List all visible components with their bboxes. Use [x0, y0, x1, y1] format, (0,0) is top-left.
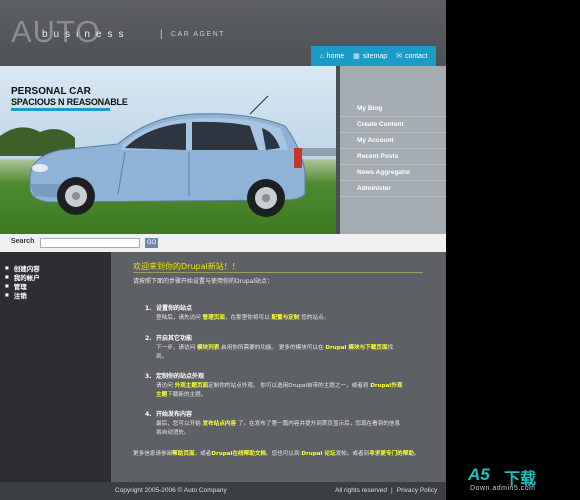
- step-text: 最后，您可以开始: [156, 421, 203, 427]
- bullet-icon: ■: [5, 283, 9, 288]
- step-number: 4.: [145, 411, 152, 418]
- sidebar-item-recent-posts[interactable]: Recent Posts: [340, 149, 446, 165]
- search-go-button[interactable]: GO: [145, 238, 158, 248]
- help-page-link[interactable]: 帮助页面: [172, 451, 194, 457]
- rights-text: All rights reserved: [335, 487, 388, 494]
- mail-icon: ✉: [396, 53, 402, 60]
- copyright-text: Copyright 2005-2006 © Auto Company: [115, 487, 227, 494]
- step-text: 您的站点。: [299, 315, 330, 321]
- nav-label: sitemap: [362, 52, 388, 60]
- step-body: 登陆后，请先访问 管理页面，在那里你将可以 配置与定制 您的站点。: [156, 314, 404, 323]
- footer-divider: |: [391, 487, 393, 494]
- sidebar-menu: My Blog Create Content My Account Recent…: [340, 66, 446, 234]
- menu-item-logout[interactable]: ■ 注销: [0, 290, 111, 300]
- step-text: 启用你所需要的功能。 更多的模块可以在: [219, 345, 326, 351]
- step-text: 下一步，请访问: [156, 345, 197, 351]
- step-heading: 设置你的站点: [156, 305, 193, 312]
- nav-sitemap-link[interactable]: ▦ sitemap: [353, 52, 388, 61]
- module-download-link[interactable]: Drupal 模块与下载页面: [325, 345, 387, 351]
- drupal-forum-link[interactable]: Drupal 论坛: [301, 451, 335, 457]
- search-label: Search: [11, 238, 35, 245]
- publish-content-link[interactable]: 发布站点内容: [203, 421, 237, 427]
- footer-links: All rights reserved | Privacy Policy: [335, 487, 437, 494]
- drupal-docs-link[interactable]: Drupal在线帮助文档: [211, 451, 266, 457]
- sidebar-item-my-account[interactable]: My Account: [340, 133, 446, 149]
- help-text: ，或者: [194, 451, 212, 457]
- site-header: AUTO business | CAR AGENT ⌂ home ▦ sitem…: [0, 0, 446, 66]
- step-number: 3.: [145, 373, 152, 380]
- hero-title: PERSONAL CAR: [11, 86, 91, 97]
- step-text: 请访问: [156, 383, 175, 389]
- search-bar: Search GO: [0, 234, 446, 252]
- site-footer: Copyright 2005-2006 © Auto Company All r…: [0, 482, 446, 500]
- step-heading: 开始发布内容: [156, 411, 193, 418]
- nav-label: home: [326, 52, 345, 60]
- step-text: 登陆后，请先访问: [156, 315, 203, 321]
- bullet-icon: ■: [5, 292, 9, 297]
- hero-subtitle: SPACIOUS N REASONABLE: [11, 97, 128, 107]
- watermark-a5: A5: [468, 465, 490, 484]
- sidebar-item-administer[interactable]: Administer: [340, 181, 446, 197]
- welcome-intro: 请按照下面的步骤开始设置与使用你的Drupal站点：: [133, 278, 274, 285]
- menu-item-label: 注销: [13, 291, 27, 300]
- configure-link[interactable]: 配置与定制: [271, 315, 299, 321]
- step-heading: 开启其它功能: [156, 335, 193, 342]
- watermark-logo: A5 下载 Down.admin5.com: [466, 465, 574, 497]
- sidebar-item-create-content[interactable]: Create Content: [340, 117, 446, 133]
- logo-separator: |: [160, 29, 163, 40]
- sidebar-item-my-blog[interactable]: My Blog: [340, 101, 446, 117]
- watermark-url: Down.admin5.com: [470, 485, 536, 492]
- home-icon: ⌂: [319, 52, 324, 60]
- user-menu: ■ 创建内容 ■ 我的帐户 ■ 管理 ■ 注销: [0, 252, 111, 482]
- hero-accent-bar: [11, 108, 110, 111]
- search-input[interactable]: [40, 238, 140, 248]
- module-list-link[interactable]: 模块列表: [197, 345, 219, 351]
- hero-banner: PERSONAL CAR SPACIOUS N REASONABLE: [0, 66, 336, 234]
- title-divider: [133, 272, 423, 273]
- step-number: 2.: [145, 335, 152, 342]
- help-text: 更多信息请参阅: [133, 451, 173, 457]
- step-body: 请访问 外观主题页面定制你的站点外观。 你可以选用Drupal自带的主题之一，或…: [156, 382, 404, 400]
- nav-contact-link[interactable]: ✉ contact: [396, 52, 428, 61]
- step-text: 定制你的站点外观。 你可以选用Drupal自带的主题之一，或者到: [208, 383, 371, 389]
- help-text: 。: [413, 451, 420, 457]
- expert-help-link[interactable]: 寻求更专门的帮助: [369, 451, 414, 457]
- page: AUTO business | CAR AGENT ⌂ home ▦ sitem…: [0, 0, 446, 500]
- bullet-icon: ■: [5, 265, 9, 270]
- help-paragraph: 更多信息请参阅帮助页面，或者Drupal在线帮助文档。您也可以到 Drupal …: [133, 450, 433, 459]
- step-text: ，在那里你将可以: [224, 315, 272, 321]
- top-nav: ⌂ home ▦ sitemap ✉ contact: [311, 46, 436, 66]
- welcome-title: 欢迎来到你的Drupal新站！！: [133, 262, 240, 271]
- sitemap-icon: ▦: [353, 53, 360, 60]
- step-text: 下载新的主题。: [167, 392, 207, 398]
- admin-page-link[interactable]: 管理页面: [203, 315, 225, 321]
- nav-label: contact: [404, 52, 428, 60]
- sidebar-item-news-aggregator[interactable]: News Aggregator: [340, 165, 446, 181]
- logo-tagline: business: [42, 29, 130, 40]
- privacy-policy-link[interactable]: Privacy Policy: [397, 487, 437, 494]
- step-body: 下一步，请访问 模块列表 启用你所需要的功能。 更多的模块可以在 Drupal …: [156, 344, 404, 362]
- help-text: 。您也可以到: [266, 451, 302, 457]
- step-number: 1.: [145, 305, 152, 312]
- bullet-icon: ■: [5, 274, 9, 279]
- step-body: 最后，您可以开始 发布站点内容 了。在发布了第一篇内容并提升到首页显示后，您现在…: [156, 420, 404, 438]
- theme-page-link[interactable]: 外观主题页面: [175, 383, 209, 389]
- nav-home-link[interactable]: ⌂ home: [319, 53, 344, 60]
- step-heading: 定制你的站点外观: [156, 373, 205, 380]
- help-text: 发帖，或者到: [335, 451, 370, 457]
- logo-subtitle: CAR AGENT: [171, 31, 225, 38]
- main-content: 欢迎来到你的Drupal新站！！ 请按照下面的步骤开始设置与使用你的Drupal…: [111, 252, 446, 482]
